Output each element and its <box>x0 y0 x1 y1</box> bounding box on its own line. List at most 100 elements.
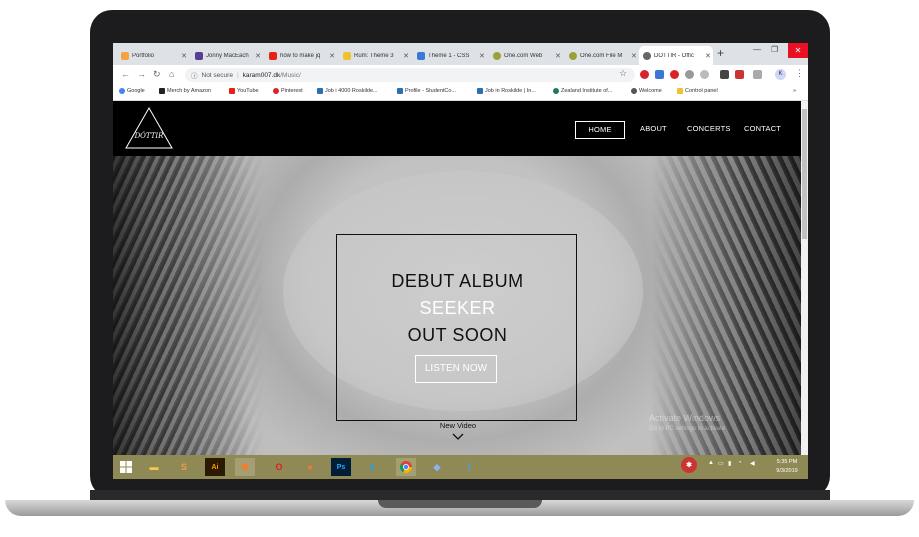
tray-volume-icon[interactable]: ◀ <box>750 460 755 467</box>
bookmark-item[interactable]: Pinterest <box>273 88 303 94</box>
logo-text: DÓTTIR <box>134 131 165 140</box>
file-explorer-icon[interactable]: ▬ <box>144 458 164 476</box>
tray-app-icon[interactable]: ✱ <box>681 457 697 473</box>
extension-icon[interactable] <box>655 70 664 79</box>
illustrator-icon[interactable]: Ai <box>205 458 225 476</box>
firefox-icon[interactable]: ● <box>300 458 320 476</box>
pinterest-extension-icon[interactable] <box>640 70 649 79</box>
bookmark-item[interactable]: Job in Roskilde | In... <box>477 88 536 94</box>
tab-title: how to make jq <box>280 52 321 59</box>
reload-icon[interactable]: ↻ <box>153 69 161 80</box>
taskbar-clock[interactable]: 5:35 PM 9/3/2019 <box>769 458 805 476</box>
bookmark-item[interactable]: Zealand Institute of... <box>553 88 612 94</box>
scrollbar-thumb[interactable] <box>802 109 807 239</box>
extension-icon[interactable] <box>670 70 679 79</box>
tab-title: Rum: Theme 3 <box>354 52 394 59</box>
extension-icon[interactable] <box>753 70 762 79</box>
close-icon[interactable]: ✕ <box>705 52 711 60</box>
url-input[interactable]: ⓘ Not secure | karam007.dk/Music/ <box>185 68 635 82</box>
close-icon[interactable]: ✕ <box>181 52 187 60</box>
indeed-icon <box>477 88 483 94</box>
forward-icon[interactable]: → <box>137 69 146 79</box>
ie-icon[interactable]: e <box>362 458 382 476</box>
youtube-icon <box>229 88 235 94</box>
browser-tab[interactable]: Portfolio ✕ <box>117 46 187 65</box>
browser-tab-active[interactable]: DÓTTIR - Offic ✕ <box>639 46 713 65</box>
portfolio-favicon-icon <box>121 51 129 60</box>
chevron-down-icon[interactable] <box>449 432 467 442</box>
dottir-logo[interactable]: DÓTTIR <box>123 105 175 151</box>
browser-tab[interactable]: Jonny MacEach ✕ <box>191 46 261 65</box>
tab-title: One.com Web <box>504 52 543 59</box>
tray-network-icon[interactable]: ◔ <box>738 460 742 466</box>
virtualbox-icon[interactable]: ◆ <box>427 458 447 476</box>
bookmark-label: Google <box>127 88 145 94</box>
site-favicon-icon <box>643 51 651 60</box>
start-icon[interactable] <box>116 458 136 476</box>
browser-tab-bar: Portfolio ✕ Jonny MacEach ✕ how to make … <box>113 43 808 65</box>
bookmark-label: Zealand Institute of... <box>561 88 613 94</box>
extension-icon[interactable] <box>735 70 744 79</box>
browser-tab[interactable]: One.com File M ✕ <box>565 46 637 65</box>
activate-windows-subtitle: Go to PC settings to activate <box>649 426 726 432</box>
new-video-label[interactable]: New Video <box>413 421 503 430</box>
bookmark-item[interactable]: Merch by Amazon <box>159 88 211 94</box>
bookmark-star-icon[interactable]: ☆ <box>619 68 627 79</box>
bookmark-label: Merch by Amazon <box>167 88 212 94</box>
bookmarks-bar: Google Merch by Amazon YouTube Pinterest… <box>113 85 808 101</box>
profile-avatar[interactable]: K <box>775 69 786 80</box>
xampp-icon[interactable]: ✱ <box>235 458 255 476</box>
info-icon[interactable]: ⓘ <box>191 70 198 80</box>
site-navbar: DÓTTIR HOME ABOUT CONCERTS CONTACT <box>113 101 801 156</box>
chrome-icon[interactable] <box>396 458 416 476</box>
minimize-icon[interactable]: — <box>753 45 761 54</box>
tray-battery-icon[interactable]: ▮ <box>728 460 731 467</box>
z-favicon-icon <box>343 51 351 60</box>
close-icon[interactable]: ✕ <box>255 52 261 60</box>
extension-icon[interactable] <box>700 70 709 79</box>
browser-tab[interactable]: how to make jq ✕ <box>265 46 335 65</box>
bookmark-item[interactable]: Control panel <box>677 88 718 94</box>
hero-texture-right <box>653 156 801 455</box>
close-icon[interactable]: ✕ <box>631 52 637 60</box>
extension-icon[interactable] <box>685 70 694 79</box>
sublime-icon[interactable]: S <box>174 458 194 476</box>
new-tab-button[interactable]: + <box>717 46 724 60</box>
nav-home-link[interactable]: HOME <box>575 121 625 139</box>
site-favicon-icon <box>195 51 203 60</box>
nav-concerts-link[interactable]: CONCERTS <box>687 124 731 133</box>
nav-contact-link[interactable]: CONTACT <box>744 124 781 133</box>
bookmark-item[interactable]: Welcome <box>631 88 662 94</box>
photoshop-icon[interactable]: Ps <box>331 458 351 476</box>
home-icon[interactable]: ⌂ <box>169 69 174 79</box>
maximize-icon[interactable]: ❐ <box>771 45 778 54</box>
menu-icon[interactable]: ⋮ <box>795 68 804 79</box>
tab-title: Theme 1 - CSS <box>428 52 470 59</box>
close-icon[interactable]: ✕ <box>329 52 335 60</box>
tray-device-icon[interactable]: ▭ <box>718 460 724 467</box>
browser-tab[interactable]: Theme 1 - CSS ✕ <box>413 46 485 65</box>
bookmarks-overflow-icon[interactable]: » <box>793 88 796 94</box>
close-icon[interactable]: ✕ <box>403 52 409 60</box>
browser-tab[interactable]: Rum: Theme 3 ✕ <box>339 46 409 65</box>
bookmark-item[interactable]: Profile - StudentCo... <box>397 88 456 94</box>
window-close-button[interactable]: ✕ <box>788 43 808 58</box>
bookmark-item[interactable]: Job i 4000 Roskilde... <box>317 88 378 94</box>
close-icon[interactable]: ✕ <box>555 52 561 60</box>
youtube-favicon-icon <box>269 51 277 60</box>
listen-now-button[interactable]: LISTEN NOW <box>415 355 497 383</box>
extension-icon[interactable] <box>720 70 729 79</box>
google-icon <box>119 88 125 94</box>
bookmark-item[interactable]: YouTube <box>229 88 259 94</box>
vscode-icon[interactable]: ⟩ <box>459 458 479 476</box>
back-icon[interactable]: ← <box>121 69 130 79</box>
page-scrollbar[interactable] <box>801 101 808 455</box>
opera-icon[interactable]: O <box>269 458 289 476</box>
tray-chevron-icon[interactable]: ▲ <box>708 460 714 466</box>
browser-tab[interactable]: One.com Web ✕ <box>489 46 561 65</box>
nav-about-link[interactable]: ABOUT <box>640 124 667 133</box>
bookmark-item[interactable]: Google <box>119 88 145 94</box>
close-icon[interactable]: ✕ <box>479 52 485 60</box>
album-heading: DEBUT ALBUM <box>391 271 524 291</box>
bookmark-label: Job in Roskilde | In... <box>485 88 536 94</box>
